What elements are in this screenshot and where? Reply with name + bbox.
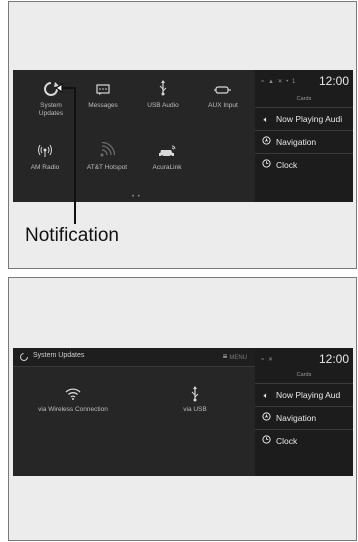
speaker-icon: 🔈︎ xyxy=(263,391,269,400)
card-navigation[interactable]: Navigation xyxy=(255,406,353,429)
system-updates-content: System Updates ≡ MENU via Wireless Connec… xyxy=(13,348,255,476)
system-updates-figure: System Updates ≡ MENU via Wireless Connec… xyxy=(8,277,357,541)
card-label: Clock xyxy=(276,436,298,446)
usb-icon xyxy=(135,386,255,404)
menu-icon: ≡ xyxy=(222,352,228,361)
title-bar: System Updates ≡ MENU xyxy=(13,348,255,367)
option-wireless[interactable]: via Wireless Connection xyxy=(13,386,133,413)
card-clock[interactable]: Clock xyxy=(255,429,353,452)
notification-callout: Notification xyxy=(25,225,119,246)
menu-label: MENU xyxy=(229,355,247,361)
card-label: Now Playing Aud xyxy=(276,390,341,400)
cards-label: Cards xyxy=(296,372,312,378)
system-updates-screen: System Updates ≡ MENU via Wireless Connec… xyxy=(13,348,353,476)
home-screen-figure: System Updates Messages USB Audio AUX In… xyxy=(8,1,357,269)
wifi-icon xyxy=(13,386,133,404)
navigation-icon xyxy=(259,408,273,429)
status-icons: ≈ ✕ xyxy=(261,357,274,363)
option-label: via USB xyxy=(183,406,207,413)
page-title: System Updates xyxy=(33,352,85,359)
menu-button[interactable]: ≡ MENU xyxy=(223,352,247,361)
clock-display: 12:00 xyxy=(318,352,349,366)
clock-icon xyxy=(259,431,273,452)
cards-panel: ≈ ✕ 12:00 Cards 🔈︎ Now Playing Aud Naviga… xyxy=(255,348,353,476)
option-usb[interactable]: via USB xyxy=(135,386,255,413)
card-label: Navigation xyxy=(276,413,317,423)
card-now-playing[interactable]: 🔈︎ Now Playing Aud xyxy=(255,383,353,406)
system-updates-icon xyxy=(19,350,29,364)
option-label: via Wireless Connection xyxy=(38,406,108,413)
